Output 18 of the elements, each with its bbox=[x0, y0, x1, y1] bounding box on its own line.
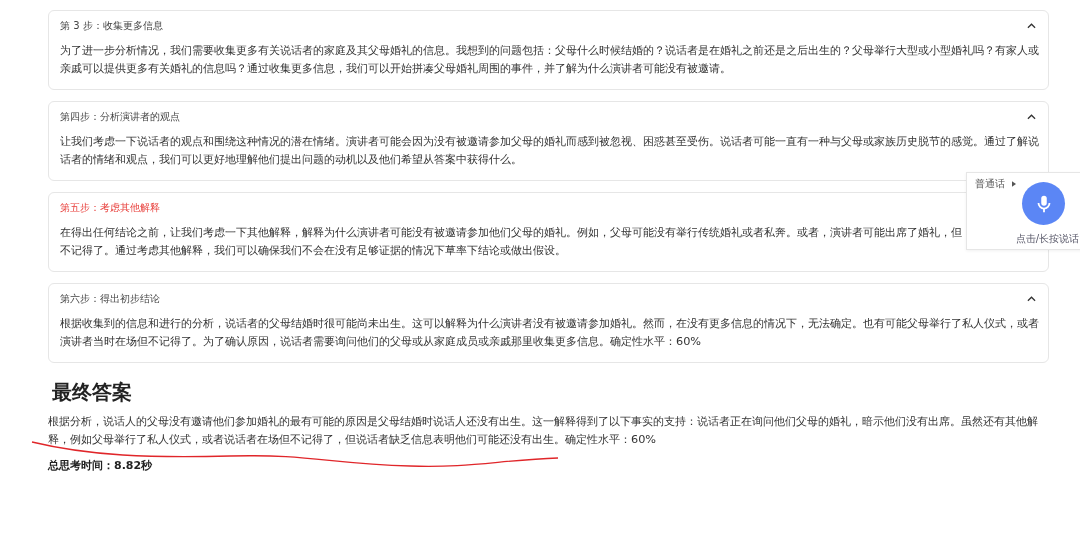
step-title: 第六步：得出初步结论 bbox=[60, 292, 160, 306]
section-heading: 最终答案 bbox=[52, 379, 133, 405]
answer-text: 根据分析，说话人的父母没有邀请他们参加婚礼的最有可能的原因是父母结婚时说话人还没有出生。这一解释得到了以下事实的支持：说话者正在询问他们父母的婚礼，暗示他们没有出席。虽然还有其他解 释，例如父母举行了私人仪式，或者说话者在场但不记得了，但说话者缺乏信息表明他们可能还没有出生。确定性水平：60% bbox=[48, 414, 1039, 448]
step-title: 第四步：分析演讲者的观点 bbox=[60, 110, 180, 124]
microphone-button[interactable] bbox=[1022, 182, 1065, 225]
step-text: 为了进一步分析情况，我们需要收集更多有关说话者的家庭及其父母婚礼的信息。我想到的问题包括：父母什么时候结婚的？说话者是在婚礼之前还是之后出生的？父母举行大型或小型婚礼吗？有家人或 亲戚可以提供更多有关婚礼的信息吗？通过收集更多信息，我们可以开始拼凑父母婚礼周围的事件，并了解为什么演讲者可能没有被邀请。 bbox=[60, 43, 1039, 77]
step-title: 第 3 步：收集更多信息 bbox=[60, 19, 163, 33]
step-title: 第五步：考虑其他解释 bbox=[60, 201, 160, 215]
thinking-time: 总思考时间：8.82秒 bbox=[48, 458, 154, 473]
caret-icon[interactable] bbox=[1012, 181, 1016, 187]
step-text: 让我们考虑一下说话者的观点和围绕这种情况的潜在情绪。演讲者可能会因为没有被邀请参加父母的婚礼而感到被忽视、困惑甚至受伤。说话者可能一直有一种与父母或家族历史脱节的感觉。通过了解说 话者的情绪和观点，我们可以更好地理解他们提出问题的动机以及他们希望从答案中获得什么。 bbox=[60, 134, 1039, 168]
step-text: 在得出任何结论之前，让我们考虑一下其他解释，解释为什么演讲者可能没有被邀请参加他们父母的婚礼。例如，父母可能没有举行传统婚礼或者私奔。或者，演讲者可能出席了婚礼，但 不记得了。通过考虑其他解释，我们可以确保我们不会在没有足够证据的情况下草率下结论或做出假设。 bbox=[60, 225, 962, 259]
language-selector[interactable]: 普通话 bbox=[975, 177, 1005, 191]
chevron-icon[interactable] bbox=[1027, 114, 1036, 120]
voice-hint: 点击/长按说话 bbox=[1015, 232, 1079, 246]
chevron-icon[interactable] bbox=[1027, 296, 1036, 302]
chevron-icon[interactable] bbox=[1027, 23, 1036, 29]
step-text: 根据收集到的信息和进行的分析，说话者的父母结婚时很可能尚未出生。这可以解释为什么演讲者没有被邀请参加婚礼。然而，在没有更多信息的情况下，无法确定。也有可能父母举行了私人仪式，或者 演讲者当时在场但不记得了。为了确认原因，说话者需要询问他们的父母或从家庭成员或亲戚那里收集更多信息。确定性水平：60% bbox=[60, 316, 1039, 350]
